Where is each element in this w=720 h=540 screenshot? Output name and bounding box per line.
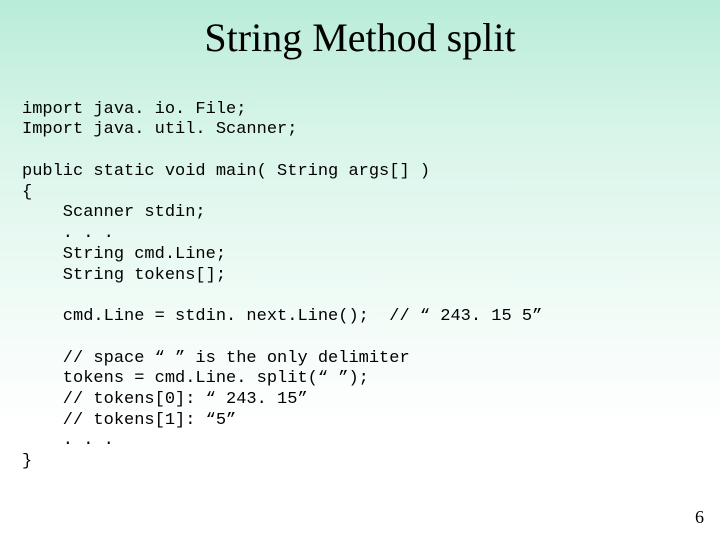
code-line: . . . xyxy=(22,224,114,243)
code-line: // tokens[0]: “ 243. 15” xyxy=(22,390,308,409)
code-line: public static void main( String args[] ) xyxy=(22,162,430,181)
slide-title: String Method split xyxy=(0,0,720,79)
code-line: import java. io. File; xyxy=(22,100,246,119)
code-line: { xyxy=(22,183,32,202)
code-line: String cmd.Line; xyxy=(22,245,226,264)
code-line: } xyxy=(22,452,32,471)
code-line: cmd.Line = stdin. next.Line(); // “ 243.… xyxy=(22,307,542,326)
code-line: . . . xyxy=(22,431,114,450)
code-block: import java. io. File; Import java. util… xyxy=(0,79,720,473)
code-line: tokens = cmd.Line. split(“ ”); xyxy=(22,369,369,388)
page-number: 6 xyxy=(695,507,704,528)
code-line: String tokens[]; xyxy=(22,266,226,285)
code-line: // space “ ” is the only delimiter xyxy=(22,349,410,368)
code-line: Import java. util. Scanner; xyxy=(22,120,297,139)
code-line: Scanner stdin; xyxy=(22,203,206,222)
code-line: // tokens[1]: “5” xyxy=(22,411,236,430)
